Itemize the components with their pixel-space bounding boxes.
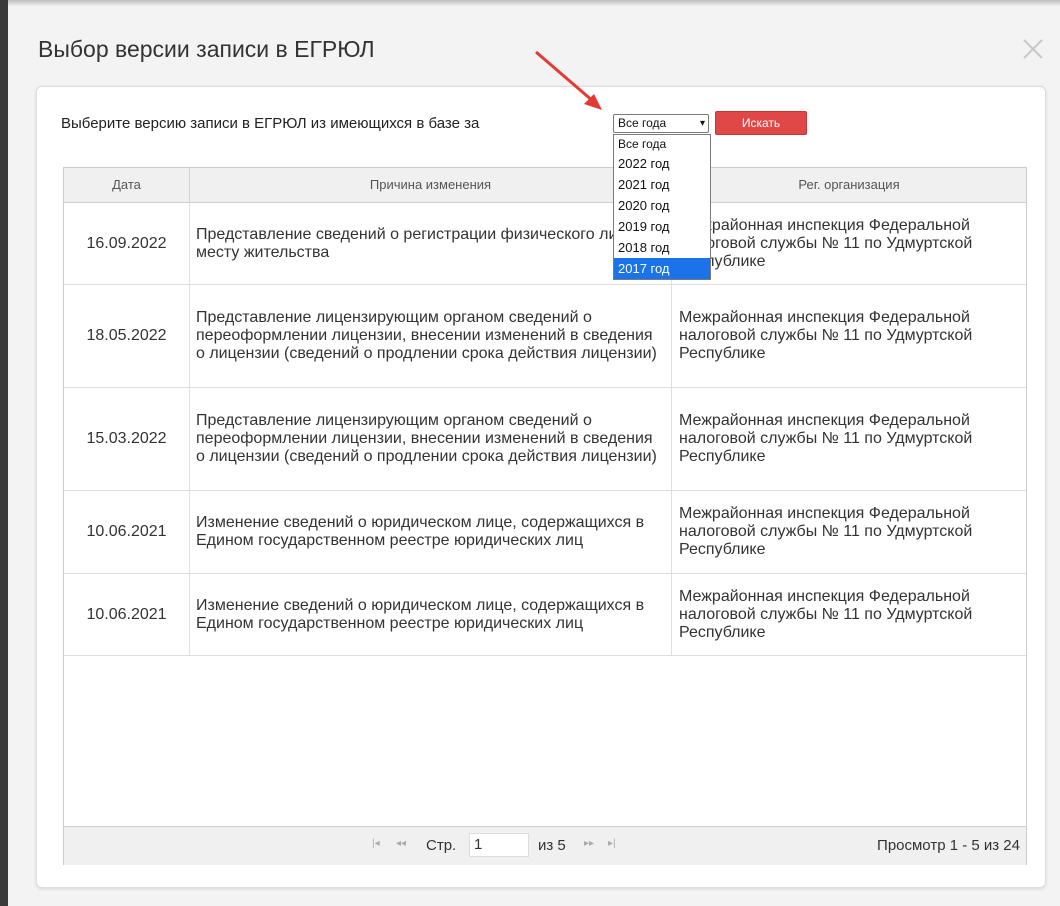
year-option-2022[interactable]: 2022 год (614, 153, 710, 174)
table-row[interactable]: 18.05.2022 Представление лицензирующим о… (64, 285, 1026, 388)
cell-date: 16.09.2022 (64, 203, 190, 284)
cell-date: 10.06.2021 (64, 491, 190, 573)
column-header-date[interactable]: Дата (64, 168, 190, 202)
cell-date: 15.03.2022 (64, 388, 190, 490)
records-summary: Просмотр 1 - 5 из 24 (877, 837, 1020, 854)
last-page-icon[interactable]: ▸| (608, 838, 616, 849)
first-page-icon[interactable]: |◂ (372, 838, 380, 849)
prev-page-icon[interactable]: ◂◂ (396, 838, 406, 849)
search-button[interactable]: Искать (715, 111, 807, 135)
year-select[interactable]: Все года ▾ (613, 114, 709, 133)
cell-reason: Представление сведений о регистрации физ… (190, 203, 672, 284)
cell-org: Межрайонная инспекция Федеральной налого… (679, 309, 973, 362)
year-select-value: Все года (618, 116, 667, 130)
cell-date: 18.05.2022 (64, 285, 190, 387)
column-header-org[interactable]: Рег. организация (672, 168, 1026, 202)
table-row[interactable]: 10.06.2021 Изменение сведений о юридичес… (64, 491, 1026, 574)
table-row[interactable]: 15.03.2022 Представление лицензирующим о… (64, 388, 1026, 491)
table-row[interactable]: 16.09.2022 Представление сведений о реги… (64, 203, 1026, 285)
cell-org: Межрайонная инспекция Федеральной налого… (679, 505, 973, 558)
dialog-title: Выбор версии записи в ЕГРЮЛ (38, 36, 375, 62)
year-option-2020[interactable]: 2020 год (614, 195, 710, 216)
page-number-input[interactable]: 1 (469, 833, 529, 857)
prompt-text: Выберите версию записи в ЕГРЮЛ из имеющи… (61, 115, 480, 132)
table-pager: |◂ ◂◂ Стр. 1 из 5 ▸▸ ▸| Просмотр 1 - 5 и… (64, 826, 1026, 865)
cell-reason: Изменение сведений о юридическом лице, с… (190, 491, 672, 573)
cell-org: Межрайонная инспекция Федеральной налого… (679, 216, 973, 270)
year-option-2017[interactable]: 2017 год (614, 258, 710, 279)
dialog-content-panel: Выберите версию записи в ЕГРЮЛ из имеющи… (36, 86, 1046, 888)
year-option-2019[interactable]: 2019 год (614, 216, 710, 237)
cell-reason: Представление лицензирующим органом свед… (190, 285, 672, 387)
cell-date: 10.06.2021 (64, 574, 190, 655)
year-option-2021[interactable]: 2021 год (614, 174, 710, 195)
close-icon (1023, 39, 1043, 59)
page-label: Стр. (426, 837, 457, 854)
close-button[interactable] (1016, 32, 1050, 66)
cell-org: Межрайонная инспекция Федеральной налого… (679, 587, 973, 641)
year-option-all[interactable]: Все года (614, 135, 710, 153)
next-page-icon[interactable]: ▸▸ (584, 838, 594, 849)
year-option-2018[interactable]: 2018 год (614, 237, 710, 258)
version-select-dialog: Выбор версии записи в ЕГРЮЛ Выберите вер… (8, 6, 1060, 906)
column-header-reason[interactable]: Причина изменения (190, 168, 672, 202)
window-left-edge (0, 0, 8, 906)
versions-table: Дата Причина изменения Рег. организация … (63, 167, 1027, 865)
table-body: 16.09.2022 Представление сведений о реги… (64, 203, 1026, 656)
chevron-down-icon: ▾ (699, 118, 705, 129)
annotation-arrow-icon (535, 50, 602, 110)
table-row[interactable]: 10.06.2021 Изменение сведений о юридичес… (64, 574, 1026, 656)
page-count-label: из 5 (538, 837, 566, 854)
cell-reason: Изменение сведений о юридическом лице, с… (190, 574, 672, 655)
table-header: Дата Причина изменения Рег. организация (64, 168, 1026, 203)
cell-org: Межрайонная инспекция Федеральной налого… (679, 412, 973, 465)
cell-reason: Представление лицензирующим органом свед… (190, 388, 672, 490)
year-dropdown-list: Все года 2022 год 2021 год 2020 год 2019… (613, 134, 711, 280)
